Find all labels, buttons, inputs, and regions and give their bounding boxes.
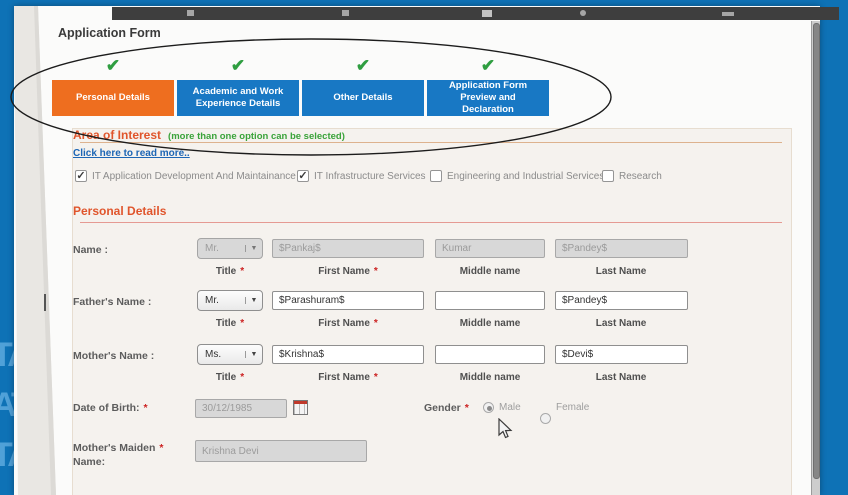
column-label-middle: Middle name [460,372,521,383]
column-label-first: First Name* [318,318,378,329]
column-label-last: Last Name [596,372,647,383]
tab-other-details[interactable]: Other Details [302,80,424,116]
gender-female-radio[interactable] [540,413,551,424]
toolbar-icon[interactable] [342,10,349,16]
calendar-icon[interactable] [293,400,308,415]
gender-label: Gender* [424,402,469,414]
fathers-name-label: Father's Name : [73,296,151,308]
checkbox-it-infrastructure[interactable]: ✓ [297,170,309,182]
father-middle-input[interactable] [435,291,545,310]
area-of-interest-heading: Area of Interest [73,128,161,142]
screen: TAT ATA TAT Application Form ✔ ✔ ✔ ✔ Per… [0,0,848,495]
column-label-first: First Name* [318,266,378,277]
heading-rule [80,142,782,143]
gender-male-radio[interactable] [483,402,494,413]
tab-personal-details[interactable]: Personal Details [52,80,174,116]
scrollbar-thumb[interactable] [813,23,820,479]
maiden-name-label: Mother's Maiden* Name: [73,441,193,469]
maiden-name-input[interactable] [195,440,367,462]
read-more-link[interactable]: Click here to read more.. [73,148,190,159]
mother-middle-input[interactable] [435,345,545,364]
tab2-complete-check-icon: ✔ [231,56,245,76]
mothers-name-label: Mother's Name : [73,350,154,362]
father-last-input[interactable] [555,291,688,310]
form-panel [72,128,792,495]
name-first-input[interactable] [272,239,424,258]
dob-input[interactable] [195,399,287,418]
document-page: Application Form ✔ ✔ ✔ ✔ Personal Detail… [14,6,820,495]
tab4-complete-check-icon: ✔ [481,56,495,76]
text-caret-mark [44,294,46,311]
mother-first-input[interactable] [272,345,424,364]
mother-last-input[interactable] [555,345,688,364]
column-label-middle: Middle name [460,266,521,277]
toolbar-more-icon[interactable] [722,12,734,16]
column-label-title: Title* [216,266,244,277]
mother-title-value: Ms. [198,349,245,360]
father-title-select[interactable]: Mr. ▼ [197,290,263,311]
dob-label: Date of Birth:* [73,402,148,414]
dropdown-arrow-icon: ▼ [245,351,262,358]
dropdown-arrow-icon: ▼ [245,245,262,252]
checkbox-label: Research [619,171,662,182]
column-label-title: Title* [216,372,244,383]
name-label: Name : [73,244,108,256]
column-label-middle: Middle name [460,318,521,329]
gender-male-label: Male [499,402,521,413]
checkbox-it-app-dev[interactable]: ✓ [75,170,87,182]
toolbar-icon[interactable] [187,10,194,16]
tab1-complete-check-icon: ✔ [106,56,120,76]
name-last-input[interactable] [555,239,688,258]
page-title: Application Form [58,26,161,40]
father-first-input[interactable] [272,291,424,310]
tab-academic-work[interactable]: Academic and Work Experience Details [177,80,299,116]
gender-female-label: Female [556,402,589,413]
father-title-value: Mr. [198,295,245,306]
column-label-title: Title* [216,318,244,329]
toolbar-icon[interactable] [482,10,492,17]
checkbox-label: Engineering and Industrial Services [447,171,604,182]
heading-rule [80,222,782,223]
video-player-toolbar [112,7,839,20]
name-title-value: Mr. [198,243,245,254]
column-label-last: Last Name [596,266,647,277]
checkbox-label: IT Infrastructure Services [314,171,426,182]
mother-title-select[interactable]: Ms. ▼ [197,344,263,365]
name-title-select[interactable]: Mr. ▼ [197,238,263,259]
column-label-last: Last Name [596,318,647,329]
scrollbar[interactable] [811,21,820,495]
tab3-complete-check-icon: ✔ [356,56,370,76]
name-middle-input[interactable] [435,239,545,258]
toolbar-icon[interactable] [580,10,586,16]
dropdown-arrow-icon: ▼ [245,297,262,304]
checkbox-label: IT Application Development And Maintaina… [92,171,296,182]
checkbox-engineering[interactable] [430,170,442,182]
area-of-interest-note: (more than one option can be selected) [168,131,345,142]
tab-preview-declaration[interactable]: Application Form Preview and Declaration [427,80,549,116]
column-label-first: First Name* [318,372,378,383]
personal-details-heading: Personal Details [73,204,166,218]
checkbox-research[interactable] [602,170,614,182]
